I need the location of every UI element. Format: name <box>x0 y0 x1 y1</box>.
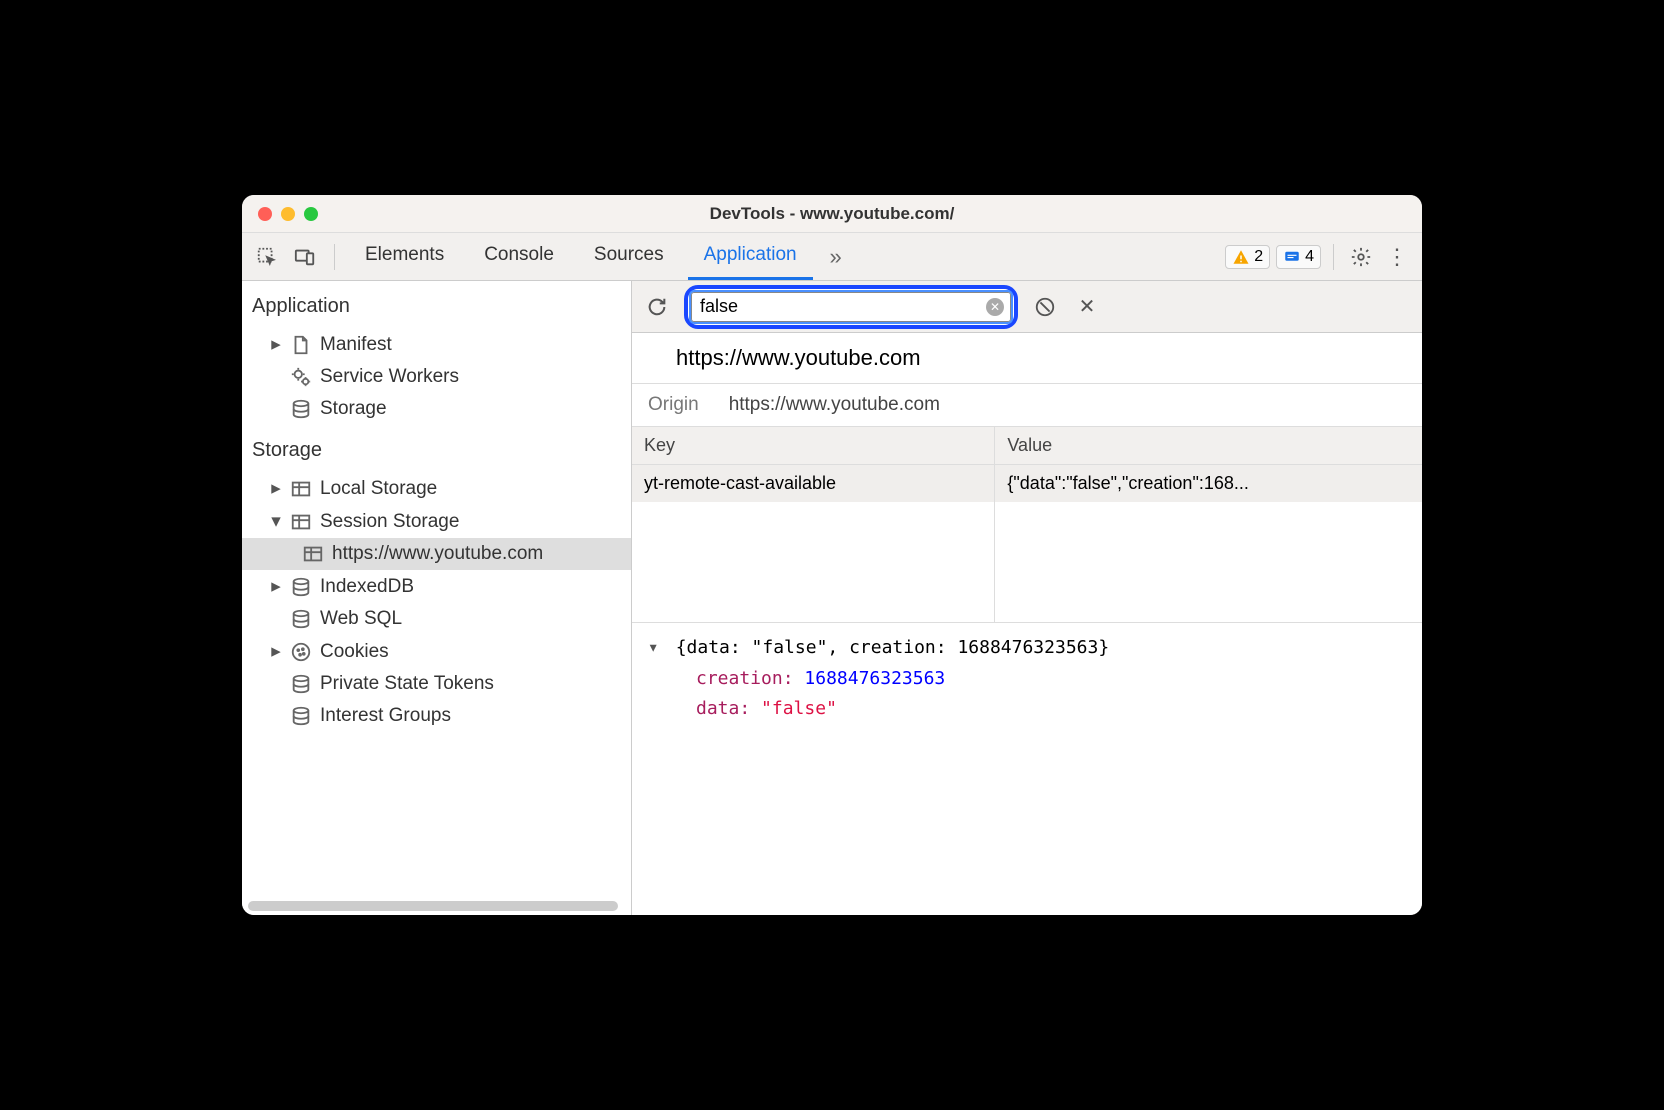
database-icon <box>290 673 312 695</box>
col-value[interactable]: Value <box>995 427 1422 464</box>
warnings-count: 2 <box>1254 248 1263 266</box>
tree-label: Private State Tokens <box>320 673 494 695</box>
database-icon <box>290 608 312 630</box>
devtools-window: DevTools - www.youtube.com/ Elements Con… <box>242 195 1422 915</box>
table-icon <box>302 543 324 565</box>
more-tabs-icon[interactable]: » <box>821 242 851 272</box>
gears-icon <box>290 366 312 388</box>
filter-highlight: ✕ <box>684 285 1018 329</box>
horizontal-scrollbar[interactable] <box>248 901 618 911</box>
file-icon <box>290 334 312 356</box>
tree-label: Local Storage <box>320 478 437 500</box>
tree-label: Session Storage <box>320 511 459 533</box>
inspect-element-icon[interactable] <box>252 242 282 272</box>
origin-header: https://www.youtube.com <box>632 333 1422 384</box>
messages-badge[interactable]: 4 <box>1276 245 1321 269</box>
origin-label: Origin <box>648 394 699 416</box>
database-icon <box>290 705 312 727</box>
tree-label: Service Workers <box>320 366 459 388</box>
json-summary-line[interactable]: ▸ {data: "false", creation: 168847632356… <box>648 633 1406 664</box>
tree-label: Cookies <box>320 641 389 663</box>
tree-label: Storage <box>320 398 387 420</box>
clear-filter-icon[interactable]: ✕ <box>986 298 1004 316</box>
filter-input[interactable] <box>691 292 1011 322</box>
sidebar-item-interest-groups[interactable]: Interest Groups <box>242 700 631 732</box>
tab-sources[interactable]: Sources <box>578 233 680 280</box>
table-icon <box>290 511 312 533</box>
refresh-icon[interactable] <box>642 292 672 322</box>
toolbar: Elements Console Sources Application » 2… <box>242 233 1422 281</box>
tab-console[interactable]: Console <box>468 233 570 280</box>
close-window-button[interactable] <box>258 207 272 221</box>
tab-elements[interactable]: Elements <box>349 233 460 280</box>
cell-key: yt-remote-cast-available <box>632 465 995 502</box>
json-value: 1688476323563 <box>804 668 945 689</box>
tree-label: Manifest <box>320 334 392 356</box>
tree-label: https://www.youtube.com <box>332 543 543 565</box>
database-icon <box>290 576 312 598</box>
cell-value: {"data":"false","creation":168... <box>995 465 1422 502</box>
filter-bar: ✕ ✕ <box>632 281 1422 333</box>
divider <box>334 244 335 270</box>
messages-count: 4 <box>1305 248 1314 266</box>
settings-icon[interactable] <box>1346 242 1376 272</box>
origin-row: Origin https://www.youtube.com <box>632 384 1422 427</box>
json-key: creation: <box>696 668 794 689</box>
sidebar: Application ▸ Manifest Service Workers S… <box>242 281 632 915</box>
storage-table: Key Value yt-remote-cast-available {"dat… <box>632 427 1422 623</box>
window-title: DevTools - www.youtube.com/ <box>242 204 1422 224</box>
sidebar-item-manifest[interactable]: ▸ Manifest <box>242 328 631 361</box>
tree-label: Web SQL <box>320 608 402 630</box>
device-toolbar-icon[interactable] <box>290 242 320 272</box>
cookie-icon <box>290 641 312 663</box>
json-preview: ▸ {data: "false", creation: 168847632356… <box>632 623 1422 735</box>
tree-label: IndexedDB <box>320 576 414 598</box>
tab-application[interactable]: Application <box>688 233 813 280</box>
sidebar-item-websql[interactable]: Web SQL <box>242 603 631 635</box>
json-entry[interactable]: data: "false" <box>648 694 1406 725</box>
sidebar-item-session-storage[interactable]: ▾ Session Storage <box>242 505 631 538</box>
divider <box>1333 244 1334 270</box>
titlebar: DevTools - www.youtube.com/ <box>242 195 1422 233</box>
section-application: Application <box>242 281 631 328</box>
table-icon <box>290 478 312 500</box>
sidebar-item-service-workers[interactable]: Service Workers <box>242 361 631 393</box>
expand-arrow-icon[interactable]: ▸ <box>638 643 669 654</box>
sidebar-item-cookies[interactable]: ▸ Cookies <box>242 635 631 668</box>
sidebar-item-indexeddb[interactable]: ▸ IndexedDB <box>242 570 631 603</box>
kebab-menu-icon[interactable]: ⋮ <box>1382 242 1412 272</box>
tree-label: Interest Groups <box>320 705 451 727</box>
origin-value: https://www.youtube.com <box>729 394 940 416</box>
main-panel: ✕ ✕ https://www.youtube.com Origin https… <box>632 281 1422 915</box>
traffic-lights <box>242 207 318 221</box>
table-empty-area[interactable] <box>632 502 1422 622</box>
json-entry[interactable]: creation: 1688476323563 <box>648 664 1406 695</box>
database-icon <box>290 398 312 420</box>
json-key: data: <box>696 698 750 719</box>
clear-all-icon[interactable] <box>1030 292 1060 322</box>
sidebar-item-session-storage-origin[interactable]: https://www.youtube.com <box>242 538 631 570</box>
json-value: "false" <box>761 698 837 719</box>
minimize-window-button[interactable] <box>281 207 295 221</box>
table-header: Key Value <box>632 427 1422 465</box>
section-storage: Storage <box>242 425 631 472</box>
sidebar-item-private-state-tokens[interactable]: Private State Tokens <box>242 668 631 700</box>
content-area: Application ▸ Manifest Service Workers S… <box>242 281 1422 915</box>
toolbar-right: 2 4 ⋮ <box>1225 242 1412 272</box>
warnings-badge[interactable]: 2 <box>1225 245 1270 269</box>
sidebar-item-storage[interactable]: Storage <box>242 393 631 425</box>
maximize-window-button[interactable] <box>304 207 318 221</box>
sidebar-item-local-storage[interactable]: ▸ Local Storage <box>242 472 631 505</box>
table-row[interactable]: yt-remote-cast-available {"data":"false"… <box>632 465 1422 502</box>
col-key[interactable]: Key <box>632 427 995 464</box>
delete-icon[interactable]: ✕ <box>1072 292 1102 322</box>
json-summary: {data: "false", creation: 1688476323563} <box>676 637 1109 658</box>
